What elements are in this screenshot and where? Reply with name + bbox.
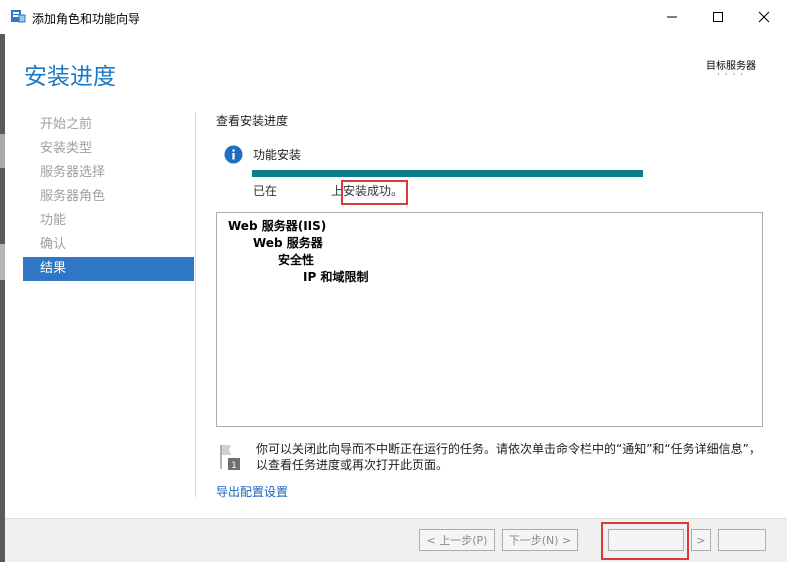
info-note: 你可以关闭此向导而不中断正在运行的任务。请依次单击命令栏中的“通知”和“任务详细… xyxy=(256,442,761,472)
target-server-value: · · · · xyxy=(717,70,745,80)
nav-item-before-you-begin[interactable]: 开始之前 xyxy=(23,113,194,137)
server-name-redacted xyxy=(277,185,332,198)
wizard-nav: 开始之前 安装类型 服务器选择 服务器角色 功能 确认 结果 xyxy=(23,113,194,281)
title-bar: 添加角色和功能向导 xyxy=(0,0,787,34)
nav-item-server-selection[interactable]: 服务器选择 xyxy=(23,161,194,185)
status-prefix: 已在 xyxy=(253,184,278,198)
results-box: Web 服务器(IIS) Web 服务器 安全性 IP 和域限制 xyxy=(216,212,763,427)
wizard-header: 安装进度 目标服务器 · · · · xyxy=(5,34,787,104)
tree-item-level-1: Web 服务器(IIS) xyxy=(228,219,327,233)
section-label: 查看安装进度 xyxy=(216,114,289,128)
minimize-icon xyxy=(667,16,677,18)
close-icon xyxy=(758,11,770,23)
cancel-button[interactable] xyxy=(718,529,766,551)
progress-fill xyxy=(252,170,643,177)
maximize-button[interactable] xyxy=(695,0,741,34)
window-title: 添加角色和功能向导 xyxy=(32,12,141,26)
nav-item-results[interactable]: 结果 xyxy=(23,257,194,281)
install-button[interactable]: > xyxy=(691,529,711,551)
highlight-box xyxy=(601,522,689,560)
highlight-box xyxy=(341,180,408,205)
progress-bar xyxy=(252,170,643,177)
background-mark xyxy=(0,134,5,168)
notification-flag-icon: 1 xyxy=(220,445,240,471)
nav-item-server-roles[interactable]: 服务器角色 xyxy=(23,185,194,209)
svg-text:1: 1 xyxy=(231,461,237,471)
export-settings-link[interactable]: 导出配置设置 xyxy=(216,483,288,500)
info-icon xyxy=(224,145,243,164)
previous-button[interactable]: < 上一步(P) xyxy=(419,529,495,551)
tree-item-level-3: 安全性 xyxy=(278,253,315,267)
close-button[interactable] xyxy=(741,0,787,34)
maximize-icon xyxy=(713,12,723,22)
minimize-button[interactable] xyxy=(649,0,695,34)
nav-divider xyxy=(195,112,196,497)
tree-item-level-2: Web 服务器 xyxy=(253,236,323,250)
nav-item-installation-type[interactable]: 安装类型 xyxy=(23,137,194,161)
nav-item-features[interactable]: 功能 xyxy=(23,209,194,233)
background-strip xyxy=(0,34,5,562)
background-mark xyxy=(0,244,5,280)
nav-item-confirmation[interactable]: 确认 xyxy=(23,233,194,257)
server-manager-icon xyxy=(11,10,26,23)
next-button[interactable]: 下一步(N) > xyxy=(502,529,578,551)
tree-item-level-4: IP 和域限制 xyxy=(303,270,369,284)
page-title: 安装进度 xyxy=(24,64,116,90)
status-title: 功能安装 xyxy=(253,148,302,162)
